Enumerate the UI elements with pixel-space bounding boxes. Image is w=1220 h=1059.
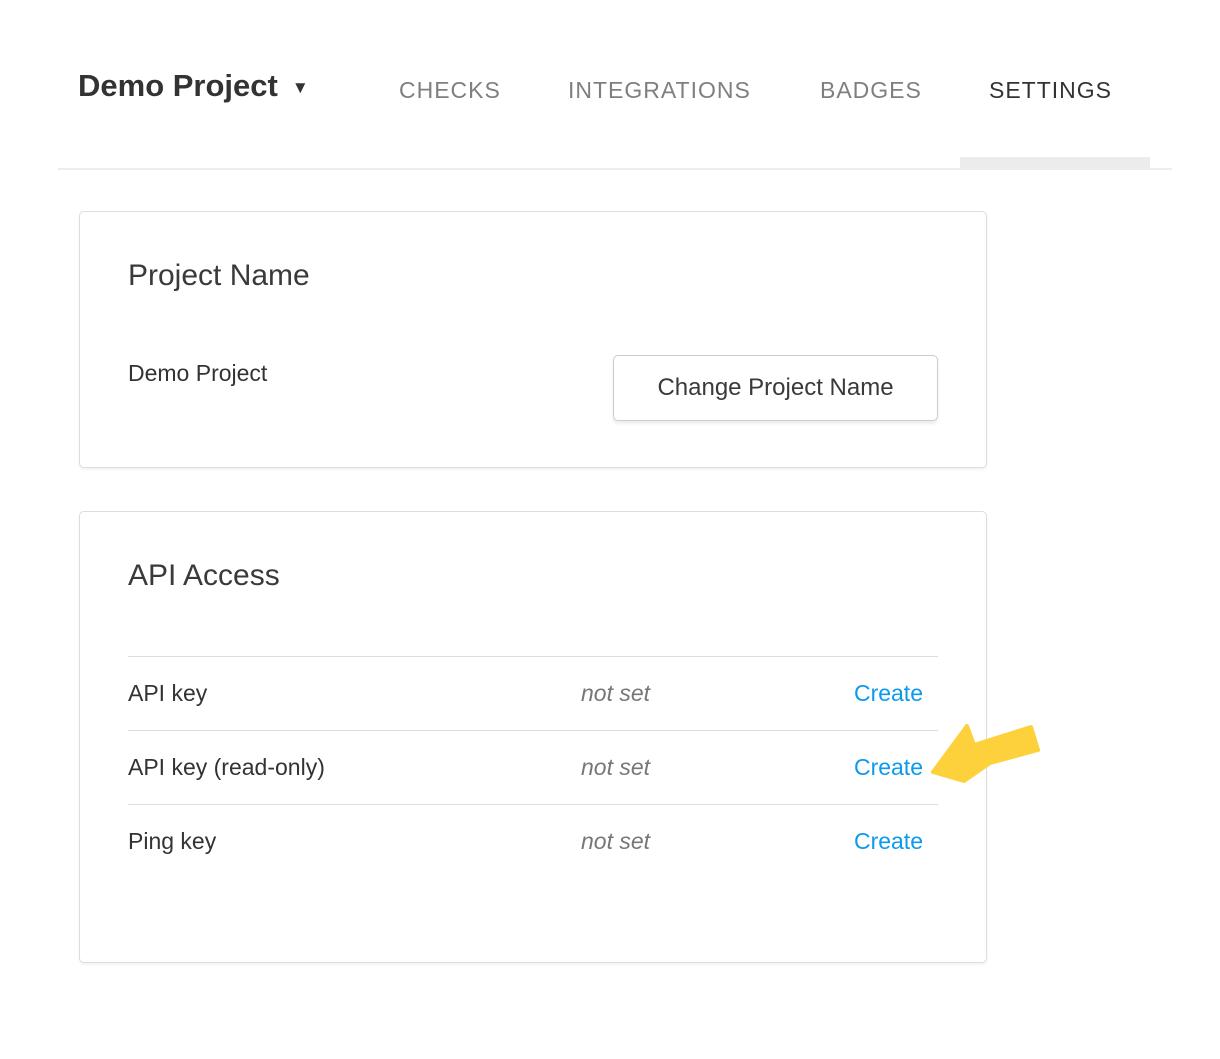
project-name-card-title: Project Name [80, 212, 986, 294]
create-ping-key-link[interactable]: Create [854, 828, 923, 854]
api-key-readonly-value: not set [581, 754, 839, 781]
table-row-api-key-readonly: API key (read-only) not set Create [128, 730, 938, 804]
api-key-label: API key [128, 680, 581, 707]
tab-checks[interactable]: CHECKS [399, 77, 501, 104]
ping-key-label: Ping key [128, 828, 581, 855]
tab-settings[interactable]: SETTINGS [989, 77, 1112, 104]
api-keys-table: API key not set Create API key (read-onl… [128, 656, 938, 878]
api-access-card: API Access API key not set Create API ke… [79, 511, 987, 963]
create-api-key-link[interactable]: Create [854, 680, 923, 706]
caret-down-icon: ▼ [292, 78, 309, 98]
create-api-key-readonly-link[interactable]: Create [854, 754, 923, 780]
project-name-card: Project Name Demo Project Change Project… [79, 211, 987, 468]
tab-integrations[interactable]: INTEGRATIONS [568, 77, 751, 104]
current-project-name: Demo Project [128, 360, 267, 387]
ping-key-value: not set [581, 828, 839, 855]
change-project-name-button[interactable]: Change Project Name [613, 355, 938, 421]
table-row-api-key: API key not set Create [128, 656, 938, 730]
api-key-value: not set [581, 680, 839, 707]
project-switcher-dropdown[interactable]: Demo Project ▼ [78, 68, 309, 104]
api-key-readonly-label: API key (read-only) [128, 754, 581, 781]
project-settings-page: Demo Project ▼ CHECKS INTEGRATIONS BADGE… [0, 0, 1220, 1059]
nav-underline [58, 168, 1172, 170]
table-row-ping-key: Ping key not set Create [128, 804, 938, 878]
api-access-card-title: API Access [80, 512, 986, 594]
project-switcher-label: Demo Project [78, 68, 278, 104]
tab-badges[interactable]: BADGES [820, 77, 922, 104]
